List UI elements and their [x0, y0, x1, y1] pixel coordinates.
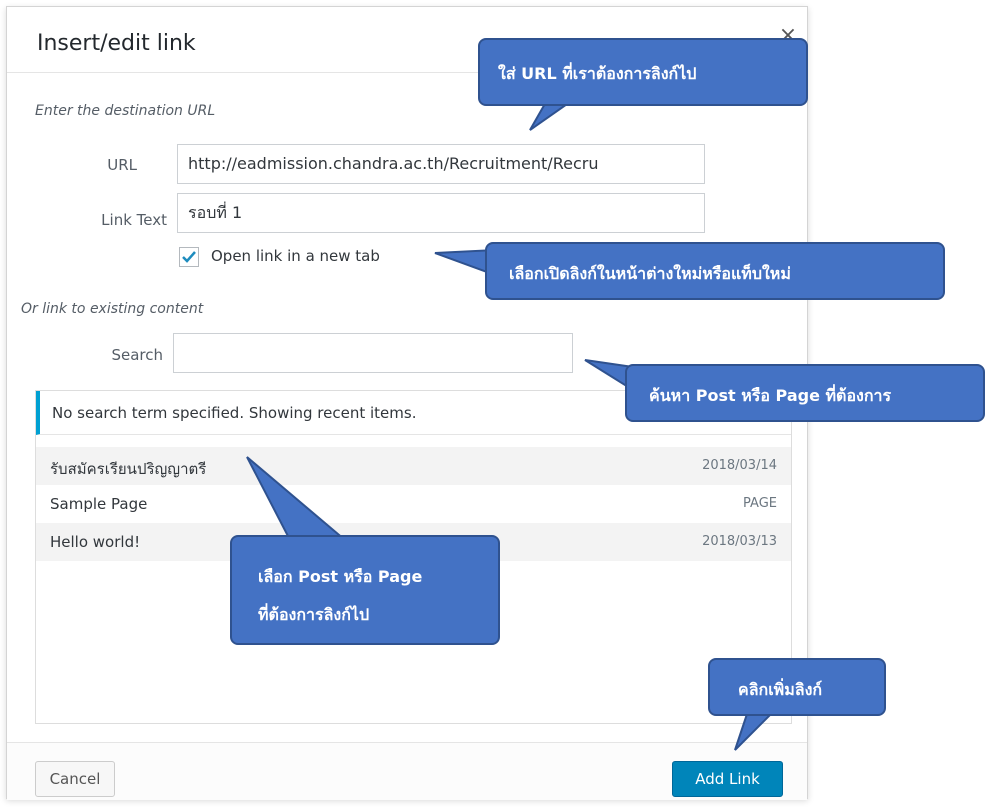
- result-info: 2018/03/13: [702, 534, 777, 549]
- search-label: Search: [111, 346, 163, 364]
- callout-search-post: ที่ต้องการ: [819, 386, 892, 405]
- link-text-label: Link Text: [101, 211, 167, 229]
- callout-new-tab: เลือกเปิดลิงก์ในหน้าต่างใหม่หรือแท็บใหม่: [485, 242, 945, 300]
- notice-text: No search term specified. Showing recent…: [52, 404, 417, 422]
- result-row[interactable]: Sample Page PAGE: [36, 485, 791, 523]
- callout-new-tab-text: เลือกเปิดลิงก์ในหน้าต่างใหม่หรือแท็บใหม่: [509, 264, 791, 283]
- link-text-input[interactable]: รอบที่ 1: [177, 193, 705, 233]
- url-input[interactable]: http://eadmission.chandra.ac.th/Recruitm…: [177, 144, 705, 184]
- callout-search: ค้นหา Post หรือ Page ที่ต้องการ: [625, 364, 985, 422]
- search-input[interactable]: [173, 333, 573, 373]
- callout-url-pre: ใส่: [498, 64, 522, 83]
- callout-select-line2: ที่ต้องการลิงก์ไป: [258, 605, 370, 624]
- callout-select-b2: Page: [377, 567, 423, 586]
- checkmark-icon: [182, 251, 196, 263]
- callout-url-post: ที่เราต้องการลิงก์ไป: [556, 64, 697, 83]
- result-title: Sample Page: [50, 495, 148, 513]
- dialog-title: Insert/edit link: [37, 31, 196, 56]
- callout-search-b2: Page: [775, 386, 820, 405]
- cancel-button[interactable]: Cancel: [35, 761, 115, 797]
- callout-url-bold: URL: [521, 64, 557, 83]
- callout-search-pre: ค้นหา: [649, 386, 696, 405]
- destination-label: Enter the destination URL: [35, 103, 216, 119]
- callout-add: คลิกเพิ่มลิงก์: [708, 658, 886, 716]
- new-tab-checkbox[interactable]: [179, 247, 199, 267]
- add-link-button[interactable]: Add Link: [672, 761, 783, 797]
- callout-search-b1: Post: [695, 386, 736, 405]
- new-tab-label: Open link in a new tab: [211, 247, 380, 265]
- callout-select-pre: เลือก: [258, 567, 299, 586]
- result-info: PAGE: [743, 496, 777, 511]
- callout-select-mid: หรือ: [338, 567, 378, 586]
- url-label: URL: [107, 156, 137, 174]
- result-info: 2018/03/14: [702, 458, 777, 473]
- result-title: Hello world!: [50, 533, 141, 551]
- callout-add-text: คลิกเพิ่มลิงก์: [738, 680, 823, 699]
- callout-select-b1: Post: [298, 567, 339, 586]
- result-title: รับสมัครเรียนปริญญาตรี: [50, 460, 207, 478]
- callout-url: ใส่ URL ที่เราต้องการลิงก์ไป: [478, 38, 808, 106]
- dialog-footer: Cancel Add Link: [7, 742, 807, 800]
- callout-select-tail: [246, 456, 348, 541]
- callout-search-mid: หรือ: [735, 386, 776, 405]
- callout-select: เลือก Post หรือ Page ที่ต้องการลิงก์ไป: [230, 535, 500, 645]
- existing-content-label: Or link to existing content: [21, 301, 204, 317]
- result-row[interactable]: รับสมัครเรียนปริญญาตรี 2018/03/14: [36, 447, 791, 485]
